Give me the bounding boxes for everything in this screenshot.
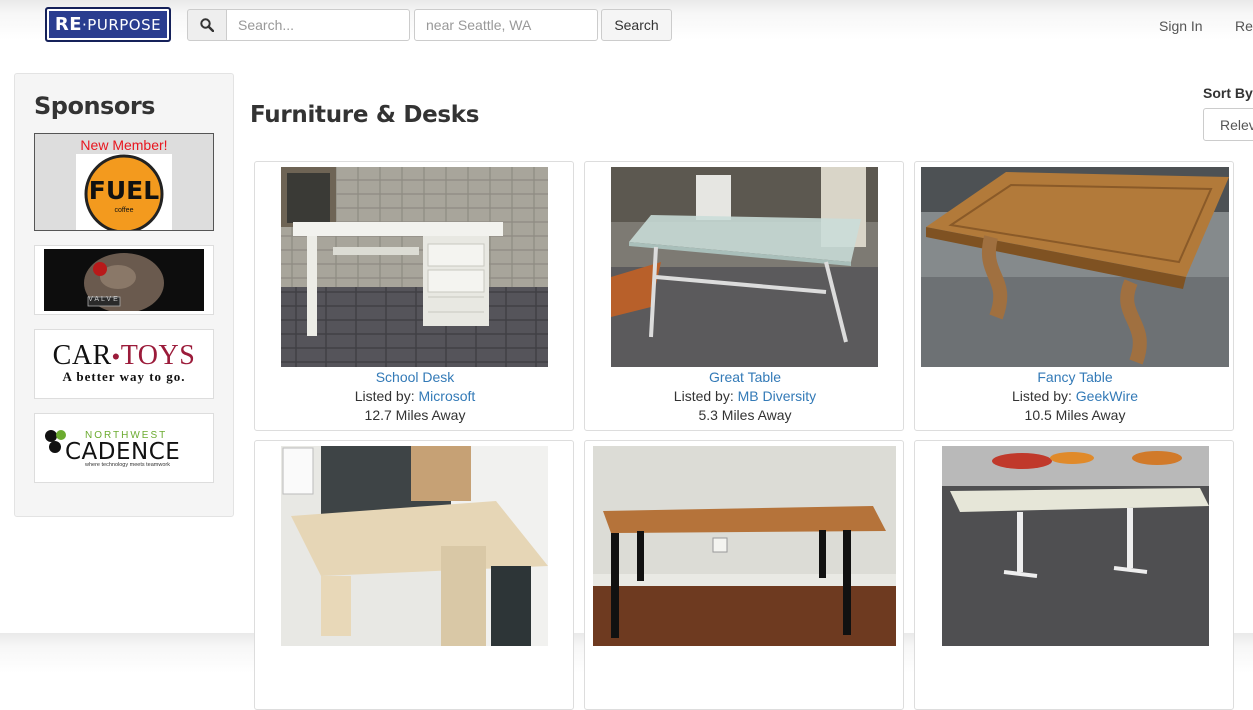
lister-link[interactable]: GeekWire xyxy=(1076,388,1138,404)
valve-logo: VALVE xyxy=(44,249,204,313)
car-toys-name-part2: TOYS xyxy=(120,340,196,371)
sponsor-valve[interactable]: VALVE xyxy=(34,245,214,315)
sponsor-northwest-cadence[interactable]: NORTHWEST CADENCE where technology meets… xyxy=(34,413,214,483)
sign-in-link[interactable]: Sign In xyxy=(1159,18,1203,34)
listing-lister: Listed by: GeekWire xyxy=(915,387,1235,406)
sort-by-select[interactable]: Relev xyxy=(1203,108,1253,141)
listed-by-label: Listed by: xyxy=(1011,388,1072,404)
repurpose-logo[interactable]: RE ·PURPOSE xyxy=(45,7,171,42)
listing-title-link[interactable]: School Desk xyxy=(376,369,455,385)
listing-photo[interactable] xyxy=(281,167,548,367)
listing-lister: Listed by: MB Diversity xyxy=(585,387,905,406)
search-button[interactable]: Search xyxy=(601,9,672,41)
listed-by-label: Listed by: xyxy=(673,388,734,404)
sort-by-label: Sort By xyxy=(1203,85,1253,101)
listing-card[interactable] xyxy=(584,440,904,710)
listed-by-label: Listed by: xyxy=(354,388,415,404)
listing-photo[interactable] xyxy=(281,446,548,646)
logo-suffix: ·PURPOSE xyxy=(82,15,162,34)
car-toys-tagline: A better way to go. xyxy=(62,369,186,384)
sponsors-title: Sponsors xyxy=(34,92,155,120)
page-title: Furniture & Desks xyxy=(250,102,480,128)
register-link[interactable]: Reg xyxy=(1235,18,1253,34)
listing-lister: Listed by: Microsoft xyxy=(255,387,575,406)
cadence-tagline: where technology meets teamwork xyxy=(85,462,170,468)
listing-card[interactable] xyxy=(914,440,1234,710)
listing-card[interactable]: Great Table Listed by: MB Diversity 5.3 … xyxy=(584,161,904,431)
listing-card[interactable]: Fancy Table Listed by: GeekWire 10.5 Mil… xyxy=(914,161,1234,431)
listing-photo[interactable] xyxy=(611,167,878,367)
valve-name: VALVE xyxy=(88,296,120,303)
listing-title-link[interactable]: Great Table xyxy=(709,369,781,385)
search-input[interactable] xyxy=(226,9,410,41)
fuel-name: FUEL xyxy=(88,176,160,205)
listing-distance: 5.3 Miles Away xyxy=(698,407,792,423)
location-input[interactable] xyxy=(414,9,598,41)
listing-title-link[interactable]: Fancy Table xyxy=(1037,369,1112,385)
car-toys-name: CAR●TOYS xyxy=(52,340,196,371)
lister-link[interactable]: Microsoft xyxy=(419,388,476,404)
sponsor-car-toys[interactable]: CAR●TOYS A better way to go. xyxy=(34,329,214,399)
lister-link[interactable]: MB Diversity xyxy=(738,388,817,404)
new-member-badge: New Member! xyxy=(80,137,168,153)
sponsor-fuel[interactable]: New Member! FUEL coffee xyxy=(34,133,214,231)
listing-card[interactable]: School Desk Listed by: Microsoft 12.7 Mi… xyxy=(254,161,574,431)
listing-distance: 12.7 Miles Away xyxy=(364,407,466,423)
logo-prefix: RE xyxy=(54,14,83,35)
listing-photo[interactable] xyxy=(593,446,896,646)
listing-photo[interactable] xyxy=(921,167,1229,367)
car-toys-name-part1: CAR xyxy=(52,340,112,371)
fuel-tagline: coffee xyxy=(114,207,134,214)
fuel-logo: FUEL coffee xyxy=(76,154,172,230)
listing-distance: 10.5 Miles Away xyxy=(1024,407,1126,423)
search-icon-button[interactable] xyxy=(187,9,227,41)
search-icon xyxy=(200,18,214,32)
listing-card[interactable] xyxy=(254,440,574,710)
listing-photo[interactable] xyxy=(942,446,1209,646)
